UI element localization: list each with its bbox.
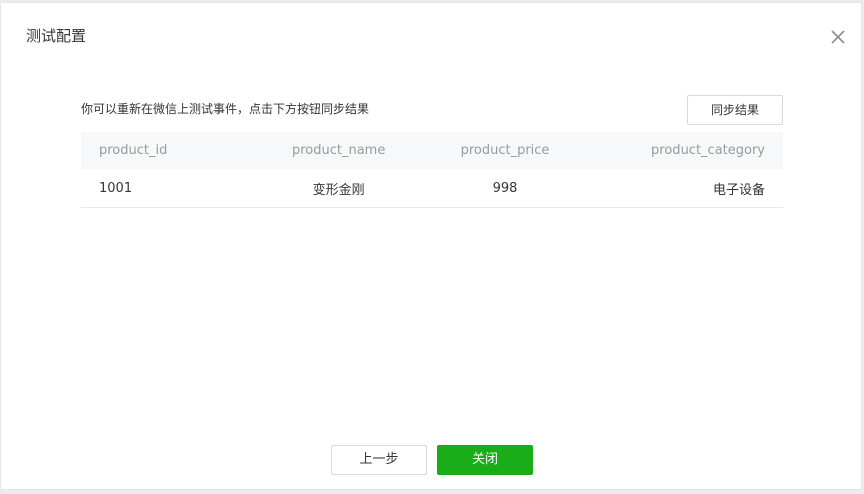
column-header-product-id: product_id	[81, 132, 254, 169]
column-header-product-name: product_name	[254, 132, 424, 169]
close-icon	[831, 30, 845, 44]
table-header-row: product_id product_name product_price pr…	[81, 132, 783, 169]
table-row: 1001 变形金刚 998 电子设备	[81, 169, 783, 208]
sync-result-button[interactable]: 同步结果	[687, 95, 783, 125]
cell-product-category: 电子设备	[586, 169, 783, 208]
previous-step-button[interactable]: 上一步	[331, 445, 427, 475]
column-header-product-category: product_category	[586, 132, 783, 169]
cell-product-name: 变形金刚	[254, 169, 424, 208]
dialog-title: 测试配置	[26, 27, 87, 45]
sync-instruction-text: 你可以重新在微信上测试事件，点击下方按钮同步结果	[81, 102, 370, 116]
test-config-dialog: 测试配置 你可以重新在微信上测试事件，点击下方按钮同步结果 同步结果 produ…	[0, 2, 862, 490]
cell-product-price: 998	[423, 169, 587, 208]
close-button[interactable]	[827, 26, 849, 48]
cell-product-id: 1001	[81, 169, 254, 208]
close-dialog-button[interactable]: 关闭	[437, 445, 533, 475]
result-table: product_id product_name product_price pr…	[81, 132, 783, 208]
column-header-product-price: product_price	[423, 132, 587, 169]
dialog-footer: 上一步 关闭	[1, 445, 863, 475]
